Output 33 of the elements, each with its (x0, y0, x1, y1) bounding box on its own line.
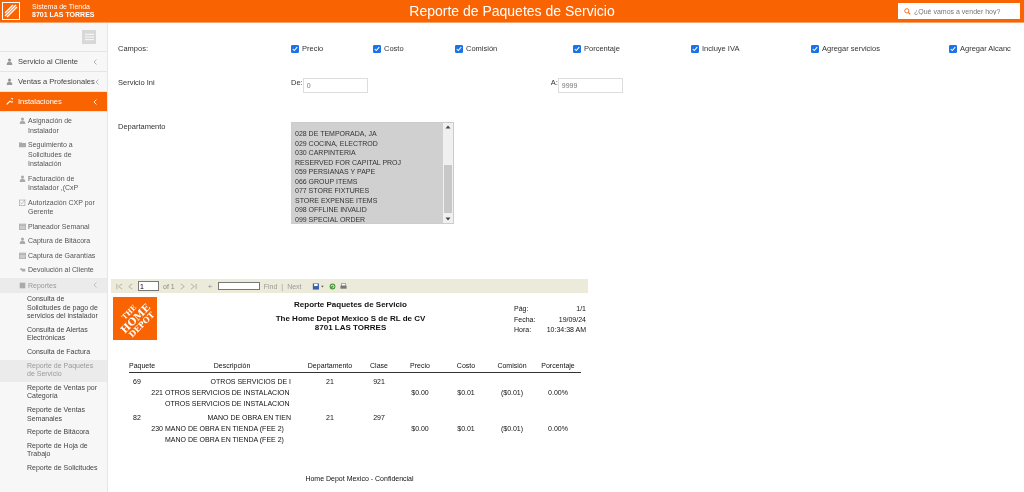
chevron-icon (94, 78, 99, 85)
wrench-icon (6, 98, 13, 105)
folder-icon (19, 141, 26, 148)
user-icon (19, 117, 26, 124)
save-dropdown-icon[interactable] (311, 282, 325, 290)
chevron-icon (93, 282, 97, 289)
search-icon (904, 7, 911, 15)
page-title: Reporte de Paquetes de Servicio (409, 3, 615, 19)
calendar-icon (19, 222, 26, 230)
find-field[interactable] (217, 282, 260, 290)
store-name: 8701 LAS TORRES (314, 323, 387, 332)
previous-page-icon[interactable] (127, 282, 134, 290)
user-icon (6, 78, 13, 85)
refresh-icon[interactable] (328, 282, 336, 290)
report-title: Reporte Paquetes de Servicio (294, 300, 407, 309)
calendar-icon (19, 251, 26, 259)
user-icon (6, 58, 13, 65)
return-icon (19, 266, 26, 273)
scroll-up-icon[interactable] (445, 125, 451, 129)
scroll-down-icon[interactable] (445, 217, 451, 221)
print-icon[interactable] (339, 282, 347, 290)
user-icon (19, 237, 26, 244)
company-name: The Home Depot Mexico S de RL de CV (275, 314, 426, 323)
user-icon (19, 174, 26, 182)
chevron-icon (93, 98, 97, 105)
last-page-icon[interactable] (189, 282, 197, 290)
back-arrow-icon[interactable] (206, 282, 214, 290)
chevron-icon (93, 58, 97, 65)
first-page-icon[interactable] (116, 282, 123, 290)
menu-button[interactable] (82, 30, 96, 44)
check-icon (19, 198, 26, 206)
scrollbar-thumb[interactable] (444, 165, 452, 213)
next-page-icon[interactable] (178, 282, 186, 290)
